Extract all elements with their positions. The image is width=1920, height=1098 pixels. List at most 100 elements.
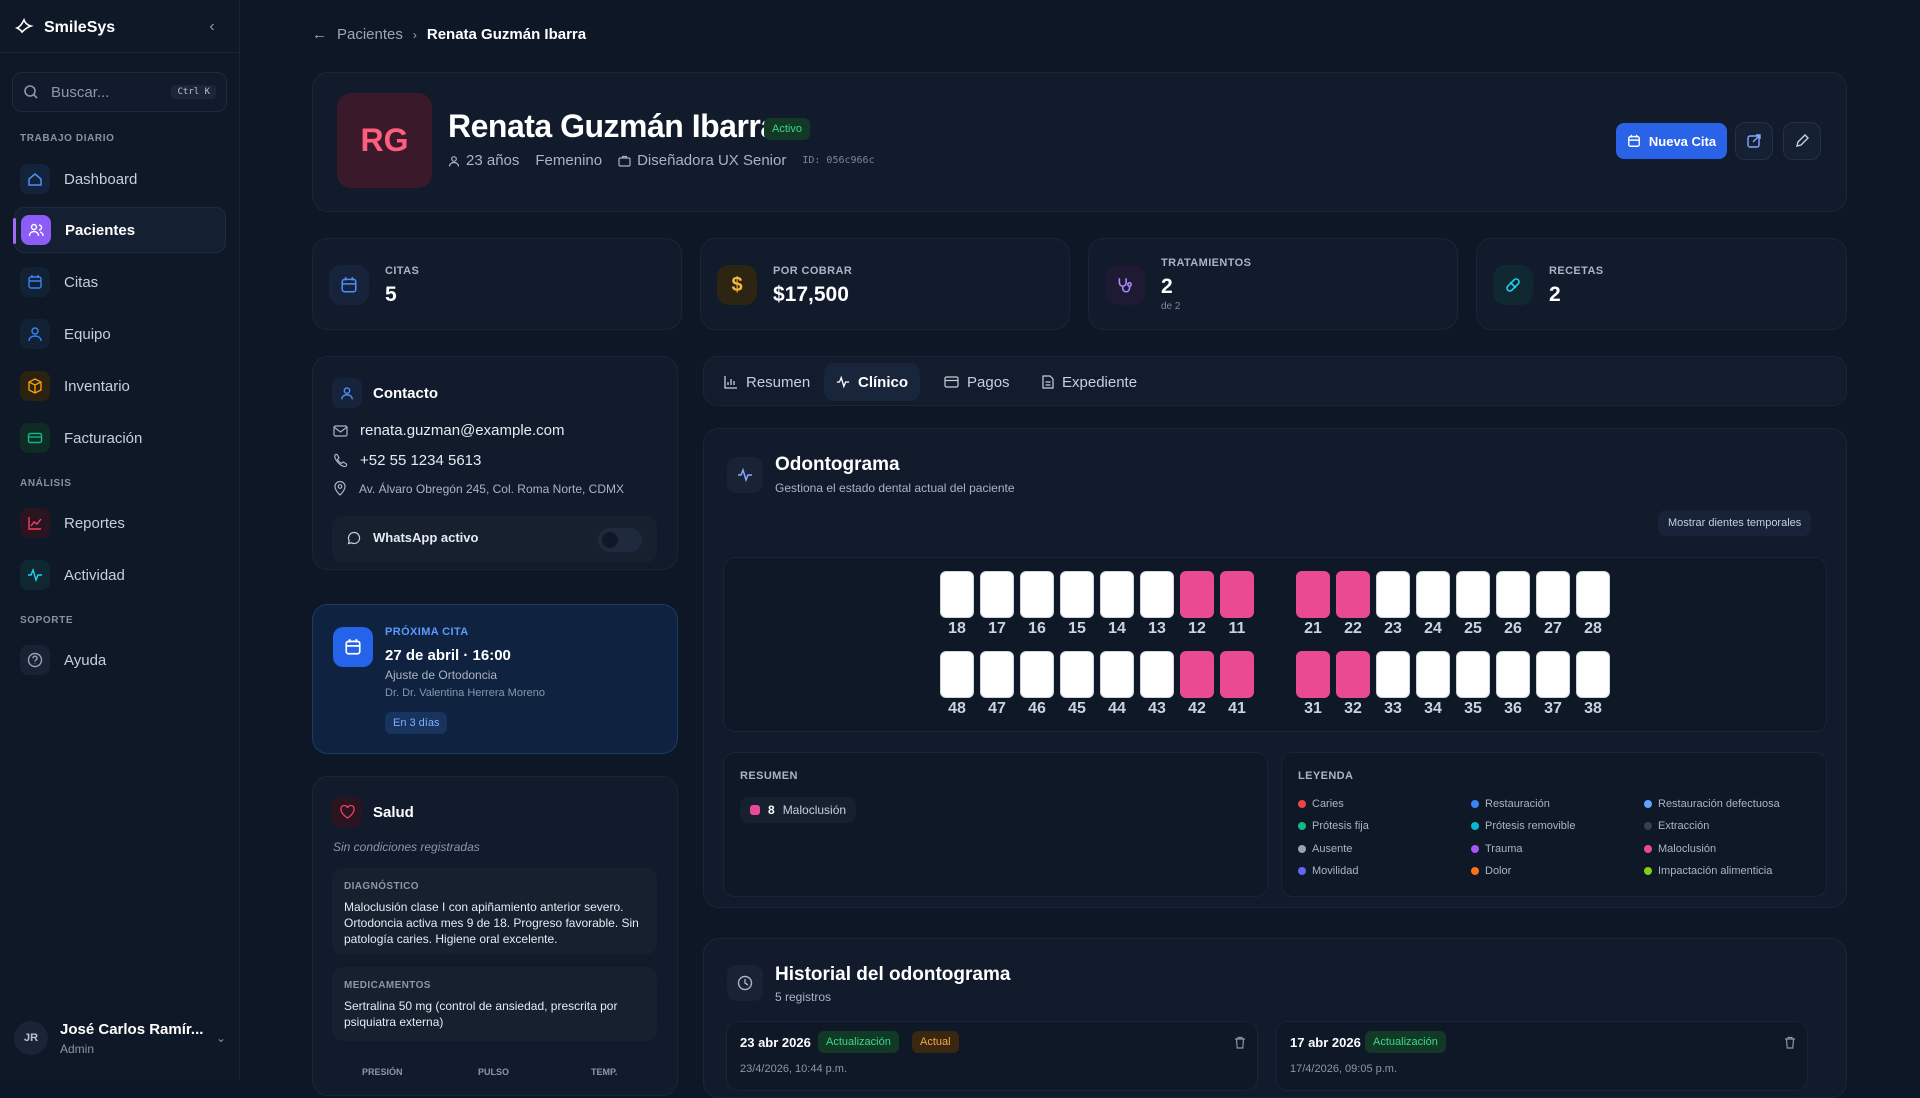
pill-icon (1493, 265, 1533, 305)
tooth-24[interactable] (1416, 571, 1450, 618)
diagnosis-label: DIAGNÓSTICO (344, 881, 419, 892)
tooth-32[interactable] (1336, 651, 1370, 698)
history-entry[interactable] (1276, 1021, 1808, 1091)
collapse-sidebar-icon[interactable]: ‹ (203, 18, 221, 36)
stat-por-cobrar: $ POR COBRAR $17,500 (700, 238, 1070, 330)
history-entry[interactable] (726, 1021, 1258, 1091)
tooth-44[interactable] (1100, 651, 1134, 698)
new-appointment-button[interactable]: Nueva Cita (1616, 123, 1727, 159)
legend-item: Caries (1298, 798, 1344, 810)
patient-meta: 23 años Femenino Diseñadora UX Senior ID… (448, 152, 875, 169)
search-box[interactable]: Buscar... Ctrl K (12, 72, 227, 112)
tooth-41[interactable] (1220, 651, 1254, 698)
bar-chart-icon (724, 376, 737, 389)
tooth-34[interactable] (1416, 651, 1450, 698)
tab-clinico[interactable]: Clínico (824, 363, 921, 401)
tab-expediente[interactable]: Expediente (1030, 363, 1149, 401)
tooth-logo-icon (14, 16, 34, 41)
tooth-number: 27 (1544, 620, 1562, 637)
activity-icon (20, 560, 50, 590)
sidebar-item-dashboard[interactable]: Dashboard (14, 156, 226, 202)
trash-icon[interactable] (1784, 1036, 1796, 1054)
tooth-33[interactable] (1376, 651, 1410, 698)
toggle-temp-teeth-button[interactable]: Mostrar dientes temporales (1658, 510, 1812, 536)
odontogram-subtitle: Gestiona el estado dental actual del pac… (775, 481, 1015, 495)
history-time: 23/4/2026, 10:44 p.m. (740, 1063, 848, 1075)
tooth-31[interactable] (1296, 651, 1330, 698)
tab-pagos[interactable]: Pagos (932, 363, 1022, 401)
arrow-left-icon[interactable]: ← (312, 26, 327, 43)
breadcrumb-parent[interactable]: Pacientes (337, 26, 403, 43)
tooth-42[interactable] (1180, 651, 1214, 698)
trash-icon[interactable] (1234, 1036, 1246, 1054)
tooth-15[interactable] (1060, 571, 1094, 618)
legend-item: Ausente (1298, 843, 1352, 855)
tooth-21[interactable] (1296, 571, 1330, 618)
tooth-number: 17 (988, 620, 1006, 637)
tooth-14[interactable] (1100, 571, 1134, 618)
tooth-36[interactable] (1496, 651, 1530, 698)
tooth-22[interactable] (1336, 571, 1370, 618)
tooth-26[interactable] (1496, 571, 1530, 618)
sidebar-item-inventario[interactable]: Inventario (14, 363, 226, 409)
tooth-37[interactable] (1536, 651, 1570, 698)
tooth-18[interactable] (940, 571, 974, 618)
tooth-47[interactable] (980, 651, 1014, 698)
patient-gender: Femenino (535, 152, 603, 169)
brand[interactable]: SmileSys (14, 16, 115, 40)
tooth-13[interactable] (1140, 571, 1174, 618)
contact-email-row[interactable]: renata.guzman@example.com (333, 422, 565, 439)
tooth-17[interactable] (980, 571, 1014, 618)
export-button[interactable] (1735, 122, 1773, 160)
tooth-43[interactable] (1140, 651, 1174, 698)
tooth-28[interactable] (1576, 571, 1610, 618)
tooth-27[interactable] (1536, 571, 1570, 618)
tooth-16[interactable] (1020, 571, 1054, 618)
legend-dot (1644, 867, 1652, 875)
sidebar-item-pacientes[interactable]: Pacientes (13, 207, 226, 253)
briefcase-icon (618, 155, 631, 167)
sidebar-item-actividad[interactable]: Actividad (14, 552, 226, 598)
tooth-46[interactable] (1020, 651, 1054, 698)
sidebar-item-reportes[interactable]: Reportes (14, 500, 226, 546)
stat-label: CITAS (385, 265, 420, 277)
tooth-23[interactable] (1376, 571, 1410, 618)
legend-dot (1471, 845, 1479, 853)
tooth-number: 31 (1304, 700, 1322, 717)
legend-label: LEYENDA (1298, 770, 1354, 782)
user-menu[interactable]: JR José Carlos Ramír... Admin ⌄ (14, 1010, 226, 1066)
history-date: 17 abr 2026 (1290, 1035, 1361, 1050)
meds-label: MEDICAMENTOS (344, 980, 431, 991)
legend-label: Prótesis fija (1312, 820, 1369, 832)
maloclusion-swatch (750, 805, 760, 815)
dollar-icon: $ (717, 265, 757, 305)
calendar-icon (1627, 134, 1640, 147)
sidebar-item-citas[interactable]: Citas (14, 259, 226, 305)
credit-card-icon (944, 376, 959, 388)
sidebar-item-facturacion[interactable]: Facturación (14, 415, 226, 461)
edit-button[interactable] (1783, 122, 1821, 160)
tab-resumen[interactable]: Resumen (712, 363, 822, 401)
tooth-12[interactable] (1180, 571, 1214, 618)
tooth-48[interactable] (940, 651, 974, 698)
stat-value: 5 (385, 283, 397, 306)
tooth-number: 43 (1148, 700, 1166, 717)
sidebar-item-ayuda[interactable]: Ayuda (14, 637, 226, 683)
tooth-number: 11 (1228, 620, 1246, 637)
stat-value: 2 (1161, 275, 1173, 298)
calendar-icon (329, 265, 369, 305)
history-date: 23 abr 2026 (740, 1035, 811, 1050)
tooth-11[interactable] (1220, 571, 1254, 618)
tooth-number: 28 (1584, 620, 1602, 637)
whatsapp-toggle[interactable] (598, 528, 642, 552)
legend-item: Prótesis fija (1298, 820, 1369, 832)
tooth-38[interactable] (1576, 651, 1610, 698)
tooth-35[interactable] (1456, 651, 1490, 698)
contact-phone-row[interactable]: +52 55 1234 5613 (333, 452, 481, 469)
tooth-25[interactable] (1456, 571, 1490, 618)
legend-item: Movilidad (1298, 865, 1358, 877)
tooth-45[interactable] (1060, 651, 1094, 698)
sidebar-item-equipo[interactable]: Equipo (14, 311, 226, 357)
legend-item: Dolor (1471, 865, 1511, 877)
help-icon (20, 645, 50, 675)
